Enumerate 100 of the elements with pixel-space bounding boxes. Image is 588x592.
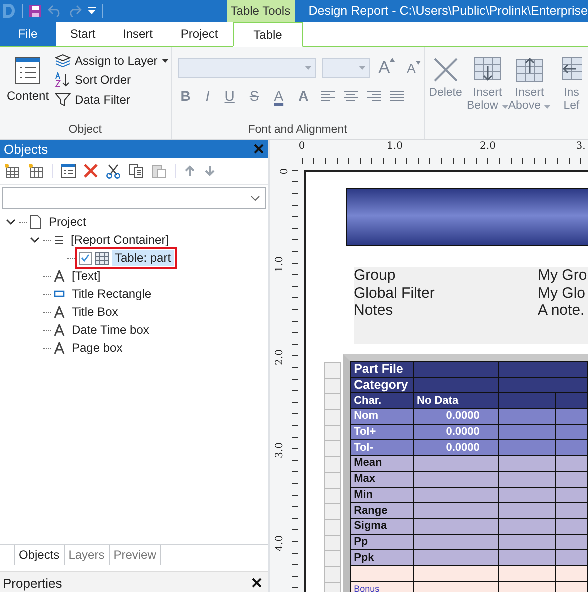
content-button[interactable]: Content (3, 53, 54, 124)
tree-item[interactable]: Title Box (69, 304, 122, 320)
table-cell (498, 456, 556, 472)
letter-a-icon (54, 324, 65, 336)
row-label: Category (350, 377, 414, 393)
table-cell (498, 392, 556, 409)
table-cell: 0.0000 (414, 408, 498, 424)
align-icon[interactable] (344, 90, 358, 102)
table-cell (498, 518, 556, 534)
ruler-label: 1.0 (387, 141, 403, 152)
ruler-label: 1.0 (274, 256, 286, 272)
row-label: Nom (350, 408, 414, 424)
app-icon[interactable] (2, 3, 16, 19)
paste-icon[interactable] (152, 164, 167, 178)
ruler-label: 3.0 (274, 442, 286, 458)
letter-a-icon (54, 342, 65, 354)
layers-icon (55, 54, 72, 68)
panel-tab[interactable]: Objects (14, 545, 65, 565)
font-field[interactable] (178, 58, 316, 78)
insert-above-icon (516, 57, 544, 83)
redo-icon[interactable] (68, 5, 82, 17)
table-cell: 0.0000 (414, 424, 498, 440)
ribbon-button[interactable]: Sort Order (53, 71, 171, 89)
tree-item[interactable]: [Text] (69, 268, 104, 284)
info-value: My Glo (538, 284, 587, 302)
table-cell (555, 502, 588, 518)
panel-tab[interactable]: Layers (64, 545, 110, 565)
align-icon[interactable] (366, 90, 381, 102)
close-icon[interactable] (252, 578, 262, 588)
document-icon (30, 214, 42, 230)
table-cell (350, 565, 414, 582)
tree-item[interactable]: Date Time box (69, 322, 152, 338)
table-cell (555, 565, 588, 582)
table-cell (498, 565, 556, 582)
table-cell (555, 440, 588, 456)
ruler-label: 4.0 (274, 536, 286, 552)
caret-icon (502, 105, 509, 109)
caret-icon (544, 105, 552, 109)
table-cell (498, 408, 556, 424)
window-title: Design Report - C:\Users\Public\Prolink\Enterprise (308, 4, 588, 18)
tree-item[interactable]: Table: part (112, 250, 174, 266)
tree-item[interactable]: Title Rectangle (69, 286, 155, 302)
save-icon[interactable] (29, 4, 42, 18)
insert-below-icon (474, 57, 502, 83)
customize-icon[interactable] (88, 7, 96, 15)
new-table-icon[interactable] (4, 163, 20, 179)
object-dropdown[interactable] (2, 187, 266, 209)
arrow-up-icon[interactable] (184, 165, 196, 177)
chevron-down-icon (251, 196, 260, 200)
font-size-field[interactable] (322, 58, 370, 78)
chevron-down-icon[interactable] (30, 236, 40, 244)
info-label: Notes (354, 302, 394, 320)
panel-tab[interactable]: Preview (110, 545, 162, 565)
properties-icon[interactable] (61, 164, 76, 178)
row-label: Ppk (350, 550, 414, 566)
row-label: Part File (350, 362, 414, 378)
cut-icon[interactable] (106, 164, 121, 178)
panel-title: Objects (4, 142, 48, 156)
chevron-down-icon[interactable] (6, 218, 16, 226)
info-label: Group (354, 267, 397, 284)
caret-icon (416, 60, 421, 64)
context-tab-label: Table Tools (226, 0, 295, 22)
ruler-label: 2.0 (274, 350, 286, 366)
caret-icon (390, 58, 396, 62)
info-value: My Gro (538, 267, 588, 284)
row-label: Char. (350, 392, 414, 409)
row-label: Sigma (350, 518, 414, 534)
align-icon[interactable] (320, 90, 335, 102)
filter-icon (55, 92, 72, 108)
table-cell (555, 392, 588, 409)
undo-icon[interactable] (48, 5, 62, 17)
arrow-down-icon[interactable] (204, 165, 216, 177)
table-cell (498, 502, 556, 518)
new-table-icon[interactable] (28, 163, 44, 179)
rectangle-icon (54, 290, 65, 298)
delete-icon (432, 57, 459, 83)
tree-item[interactable]: [Report Container] (68, 232, 172, 248)
table-cell (555, 550, 588, 566)
ribbon-tab[interactable]: Table (233, 22, 303, 47)
panel-title: Properties (3, 576, 62, 590)
ruler-label: 2.0 (480, 141, 496, 152)
row-label: Mean (350, 456, 414, 472)
align-icon[interactable] (390, 90, 404, 102)
ribbon-tab[interactable]: File (0, 22, 56, 46)
table-cell (498, 424, 556, 440)
row-label: Tol+ (350, 424, 414, 440)
ribbon-button[interactable]: Data Filter (53, 91, 171, 109)
insert-left-icon (562, 57, 582, 83)
caret-icon (358, 66, 366, 70)
copy-icon[interactable] (129, 164, 144, 178)
row-label: Tol- (350, 440, 414, 456)
ribbon-button[interactable]: Assign to Layer (53, 53, 171, 69)
tree-item[interactable]: Page box (69, 340, 126, 356)
delete-icon[interactable] (84, 164, 98, 178)
group-label: Object (68, 124, 103, 138)
table-cell (498, 440, 556, 456)
checkbox[interactable] (79, 252, 92, 264)
table-cell: No Data (414, 392, 498, 409)
table-cell (498, 487, 556, 503)
tree-item[interactable]: Project (46, 214, 90, 230)
